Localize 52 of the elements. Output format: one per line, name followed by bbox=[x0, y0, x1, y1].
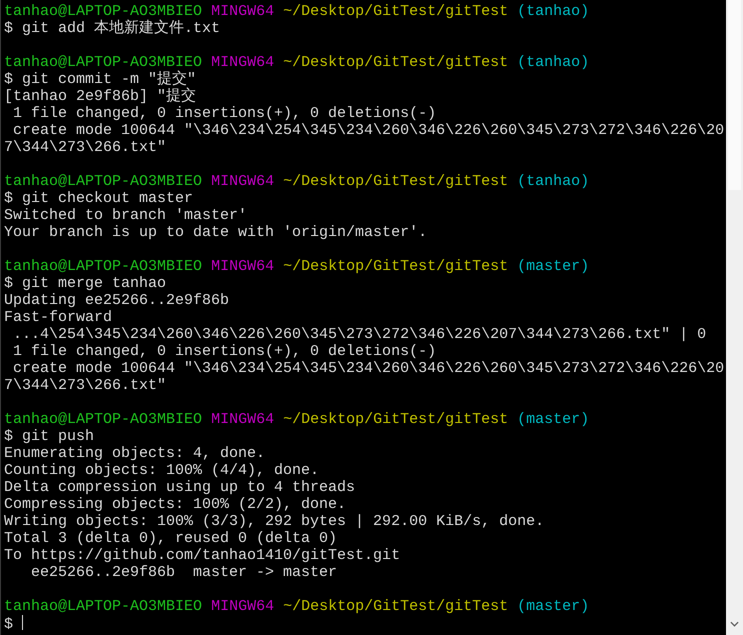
system-name: MINGW64 bbox=[211, 3, 274, 20]
system-name: MINGW64 bbox=[211, 173, 274, 190]
user-host: tanhao@LAPTOP-AO3MBIEO bbox=[4, 173, 202, 190]
command-line: $ git push bbox=[4, 428, 94, 445]
output-line: ee25266..2e9f86b master -> master bbox=[30, 564, 338, 581]
output-line: ...4\254\345\234\260\346\226\260\345\273\272\346\226\207\344\273\266.txt" | 0 bbox=[12, 326, 706, 343]
output-line: Fast-forward bbox=[4, 309, 112, 326]
output-line: Counting objects: 100% (4/4), done. bbox=[4, 462, 320, 479]
output-line: To https://github.com/tanhao1410/gitTest.git bbox=[4, 547, 400, 564]
user-host: tanhao@LAPTOP-AO3MBIEO bbox=[4, 411, 202, 428]
command-line: $ git merge tanhao bbox=[4, 275, 166, 292]
current-path: ~/Desktop/GitTest/gitTest bbox=[283, 258, 508, 275]
output-line: Total 3 (delta 0), reused 0 (delta 0) bbox=[4, 530, 338, 547]
user-host: tanhao@LAPTOP-AO3MBIEO bbox=[4, 54, 202, 71]
prompt-symbol: $ bbox=[4, 616, 14, 633]
system-name: MINGW64 bbox=[211, 258, 274, 275]
output-line: Writing objects: 100% (3/3), 292 bytes | 292.00 KiB/s, done. bbox=[4, 513, 544, 530]
output-line: 7\344\273\266.txt" bbox=[4, 139, 166, 156]
output-line: Your branch is up to date with 'origin/master'. bbox=[4, 224, 428, 241]
output-line: create mode 100644 "\346\234\254\345\234\260\346\226\260\345\273\272\346\226\20 bbox=[12, 360, 724, 377]
command-line: $ git add 本地新建文件.txt bbox=[4, 20, 220, 37]
system-name: MINGW64 bbox=[211, 54, 274, 71]
user-host: tanhao@LAPTOP-AO3MBIEO bbox=[4, 3, 202, 20]
system-name: MINGW64 bbox=[211, 598, 274, 615]
output-line: Switched to branch 'master' bbox=[4, 207, 248, 224]
branch-name: (master) bbox=[517, 258, 590, 275]
scroll-down-icon[interactable] bbox=[730, 621, 739, 627]
output-line: create mode 100644 "\346\234\254\345\234\260\346\226\260\345\273\272\346\226\20 bbox=[12, 122, 724, 139]
command-line: $ git checkout master bbox=[4, 190, 194, 207]
branch-name: (master) bbox=[517, 598, 590, 615]
current-path: ~/Desktop/GitTest/gitTest bbox=[283, 411, 508, 428]
current-path: ~/Desktop/GitTest/gitTest bbox=[283, 54, 508, 71]
output-line: Updating ee25266..2e9f86b bbox=[4, 292, 230, 309]
output-line: Enumerating objects: 4, done. bbox=[4, 445, 266, 462]
output-line: 1 file changed, 0 insertions(+), 0 deletions(-) bbox=[12, 105, 436, 122]
branch-name: (tanhao) bbox=[517, 3, 590, 20]
user-host: tanhao@LAPTOP-AO3MBIEO bbox=[4, 258, 202, 275]
command-line: $ git commit -m "提交" bbox=[4, 71, 196, 88]
branch-name: (tanhao) bbox=[517, 54, 590, 71]
output-line: 1 file changed, 0 insertions(+), 0 deletions(-) bbox=[12, 343, 436, 360]
system-name: MINGW64 bbox=[211, 411, 274, 428]
branch-name: (tanhao) bbox=[517, 173, 590, 190]
output-line: Compressing objects: 100% (2/2), done. bbox=[4, 496, 346, 513]
current-path: ~/Desktop/GitTest/gitTest bbox=[283, 3, 508, 20]
output-line: 7\344\273\266.txt" bbox=[4, 377, 166, 394]
current-path: ~/Desktop/GitTest/gitTest bbox=[283, 173, 508, 190]
output-line: Delta compression using up to 4 threads bbox=[4, 479, 356, 496]
output-line: [tanhao 2e9f86b] "提交 bbox=[4, 88, 196, 105]
text-cursor bbox=[22, 615, 24, 630]
current-path: ~/Desktop/GitTest/gitTest bbox=[283, 598, 508, 615]
user-host: tanhao@LAPTOP-AO3MBIEO bbox=[4, 598, 202, 615]
branch-name: (master) bbox=[517, 411, 590, 428]
